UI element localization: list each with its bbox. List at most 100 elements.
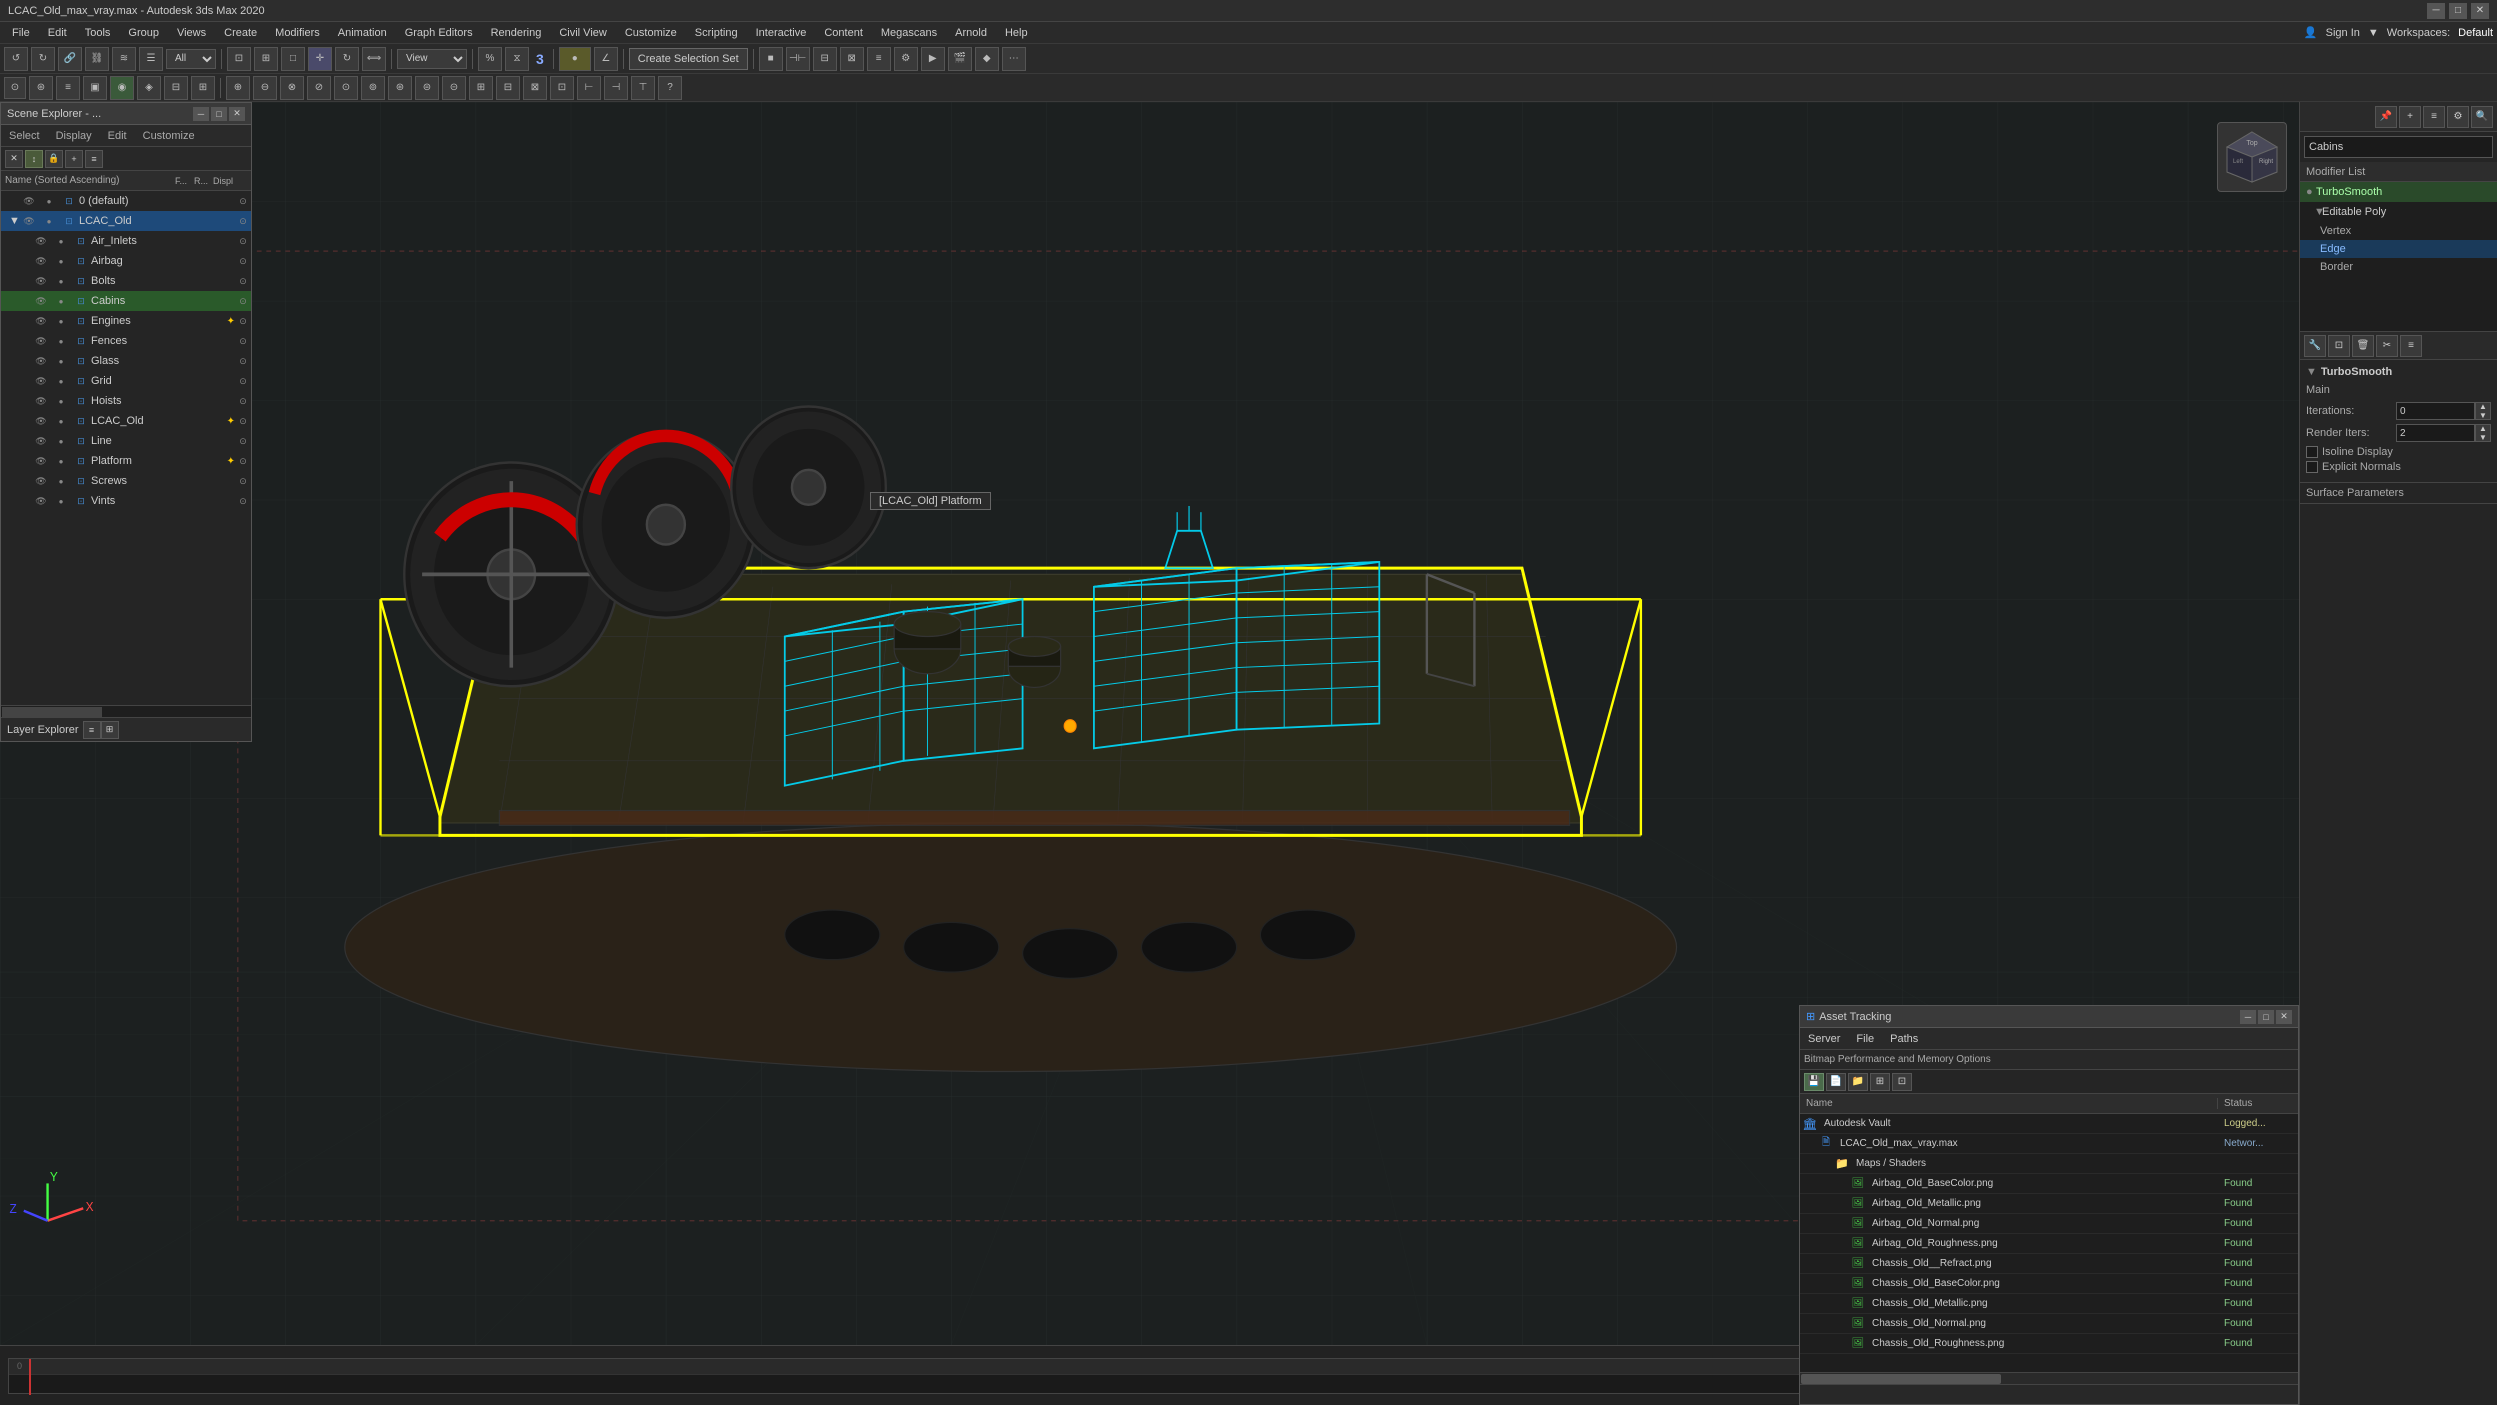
tree-eye-icon[interactable]: 👁 <box>33 393 49 409</box>
maximize-button[interactable]: □ <box>2449 3 2467 19</box>
window-controls[interactable]: ─ □ ✕ <box>2427 3 2489 19</box>
at-row-10[interactable]: 🖼 Chassis_Old_Normal.png Found <box>1800 1314 2298 1334</box>
workspace-value[interactable]: Default <box>2458 27 2493 39</box>
align-button[interactable]: ⊟ <box>813 47 837 71</box>
menu-animation[interactable]: Animation <box>330 25 395 41</box>
toggle-snap[interactable]: ● <box>559 47 591 71</box>
tree-dot-icon[interactable]: ● <box>53 393 69 409</box>
spinner-snap[interactable]: ⧖ <box>505 47 529 71</box>
sign-in-area[interactable]: 👤 Sign In ▼ Workspaces: Default <box>2304 26 2493 39</box>
at-menu-paths[interactable]: Paths <box>1886 1031 1922 1047</box>
menu-customize[interactable]: Customize <box>617 25 685 41</box>
menu-scripting[interactable]: Scripting <box>687 25 746 41</box>
se-sort-btn[interactable]: ↕ <box>25 150 43 168</box>
select-object[interactable]: ⊡ <box>227 47 251 71</box>
tb2-btn-8[interactable]: ⊞ <box>191 76 215 100</box>
iterations-spinner[interactable]: ▲▼ <box>2475 402 2491 420</box>
tb2-btn-24[interactable]: ⊤ <box>631 76 655 100</box>
modifier-turbosmoothbullet[interactable]: ● TurboSmooth <box>2300 182 2497 202</box>
close-button[interactable]: ✕ <box>2471 3 2489 19</box>
tree-dot-icon[interactable]: ● <box>53 273 69 289</box>
tree-eye-icon[interactable]: 👁 <box>21 213 37 229</box>
at-row-0[interactable]: 🏛 Autodesk Vault Logged... <box>1800 1114 2298 1134</box>
at-maximize[interactable]: □ <box>2258 1010 2274 1024</box>
tree-eye-icon[interactable]: 👁 <box>33 493 49 509</box>
at-tool-checkout[interactable]: ⊞ <box>1870 1073 1890 1091</box>
tb2-btn-22[interactable]: ⊢ <box>577 76 601 100</box>
tree-item-Screws[interactable]: 👁●⊡Screws⊙ <box>1 471 251 491</box>
rp-add-btn[interactable]: + <box>2399 106 2421 128</box>
menu-megascans[interactable]: Megascans <box>873 25 945 41</box>
select-scale[interactable]: ⟺ <box>362 47 386 71</box>
at-row-2[interactable]: 📁 Maps / Shaders <box>1800 1154 2298 1174</box>
named-sel-sets[interactable]: ■ <box>759 47 783 71</box>
tb2-btn-9[interactable]: ⊕ <box>226 76 250 100</box>
tb2-btn-10[interactable]: ⊖ <box>253 76 277 100</box>
bind-space-warp[interactable]: ≋ <box>112 47 136 71</box>
at-close[interactable]: ✕ <box>2276 1010 2292 1024</box>
tree-item-LCAC_Old[interactable]: ▼👁●⊡LCAC_Old⊙ <box>1 211 251 231</box>
at-row-9[interactable]: 🖼 Chassis_Old_Metallic.png Found <box>1800 1294 2298 1314</box>
tree-dot-icon[interactable]: ● <box>53 433 69 449</box>
tb2-btn-4[interactable]: ▣ <box>83 76 107 100</box>
tree-dot-icon[interactable]: ● <box>53 373 69 389</box>
align-view[interactable]: ⊠ <box>840 47 864 71</box>
tb2-btn-15[interactable]: ⊛ <box>388 76 412 100</box>
menu-content[interactable]: Content <box>816 25 871 41</box>
tree-eye-icon[interactable]: 👁 <box>33 273 49 289</box>
tree-eye-icon[interactable]: 👁 <box>33 253 49 269</box>
se-close-btn[interactable]: ✕ <box>5 150 23 168</box>
se-close[interactable]: ✕ <box>229 107 245 121</box>
tree-eye-icon[interactable]: 👁 <box>33 413 49 429</box>
rp-tool-5[interactable]: ≡ <box>2400 335 2422 357</box>
tree-item-Air_Inlets[interactable]: 👁●⊡Air_Inlets⊙ <box>1 231 251 251</box>
tree-item-Platform[interactable]: 👁●⊡Platform✦⊙ <box>1 451 251 471</box>
at-controls[interactable]: ─ □ ✕ <box>2240 1010 2292 1024</box>
tree-dot-icon[interactable]: ● <box>53 333 69 349</box>
rp-pin-btn[interactable]: 📌 <box>2375 106 2397 128</box>
se-scrollbar-h[interactable] <box>1 705 251 717</box>
select-move[interactable]: ✛ <box>308 47 332 71</box>
more-tools[interactable]: ⋯ <box>1002 47 1026 71</box>
tree-item-Bolts[interactable]: 👁●⊡Bolts⊙ <box>1 271 251 291</box>
se-maximize[interactable]: □ <box>211 107 227 121</box>
menu-help[interactable]: Help <box>997 25 1036 41</box>
tree-dot-icon[interactable]: ● <box>41 213 57 229</box>
tree-item-LCAC_Old[interactable]: 👁●⊡LCAC_Old✦⊙ <box>1 411 251 431</box>
window-crossing[interactable]: □ <box>281 47 305 71</box>
tb2-btn-3[interactable]: ≡ <box>56 76 80 100</box>
at-row-5[interactable]: 🖼 Airbag_Old_Normal.png Found <box>1800 1214 2298 1234</box>
tb2-btn-12[interactable]: ⊘ <box>307 76 331 100</box>
tree-eye-icon[interactable]: 👁 <box>33 473 49 489</box>
se-footer-btn2[interactable]: ⊞ <box>101 721 119 739</box>
rp-tool-1[interactable]: 🔧 <box>2304 335 2326 357</box>
unlink-button[interactable]: ⛓ <box>85 47 109 71</box>
tb2-btn-7[interactable]: ⊟ <box>164 76 188 100</box>
mirror-button[interactable]: ⊣⊢ <box>786 47 810 71</box>
tree-eye-icon[interactable]: 👁 <box>33 353 49 369</box>
tb2-btn-25[interactable]: ? <box>658 76 682 100</box>
se-footer-btn1[interactable]: ≡ <box>83 721 101 739</box>
tree-dot-icon[interactable]: ● <box>53 493 69 509</box>
rp-tool-3[interactable]: 🗑 <box>2352 335 2374 357</box>
tree-item-Airbag[interactable]: 👁●⊡Airbag⊙ <box>1 251 251 271</box>
se-minimize[interactable]: ─ <box>193 107 209 121</box>
at-tool-save-as[interactable]: 📄 <box>1826 1073 1846 1091</box>
angle-snap[interactable]: ∠ <box>594 47 618 71</box>
at-tool-open[interactable]: 📁 <box>1848 1073 1868 1091</box>
tree-eye-icon[interactable]: 👁 <box>33 233 49 249</box>
at-row-1[interactable]: 🗎 LCAC_Old_max_vray.max Networ... <box>1800 1134 2298 1154</box>
tb2-btn-23[interactable]: ⊣ <box>604 76 628 100</box>
create-selection-set-button[interactable]: Create Selection Set <box>629 48 748 70</box>
at-tool-save[interactable]: 💾 <box>1804 1073 1824 1091</box>
navigation-cube[interactable]: Top Right Left <box>2217 122 2287 192</box>
tb2-btn-21[interactable]: ⊡ <box>550 76 574 100</box>
tb2-btn-17[interactable]: ⊝ <box>442 76 466 100</box>
rp-config-btn[interactable]: ⚙ <box>2447 106 2469 128</box>
tree-dot-icon[interactable]: ● <box>53 453 69 469</box>
tb2-btn-18[interactable]: ⊞ <box>469 76 493 100</box>
tree-eye-icon[interactable]: 👁 <box>33 453 49 469</box>
layer-mgr[interactable]: ≡ <box>867 47 891 71</box>
se-tab-customize[interactable]: Customize <box>139 128 199 144</box>
at-scrollbar-h[interactable] <box>1800 1372 2298 1384</box>
